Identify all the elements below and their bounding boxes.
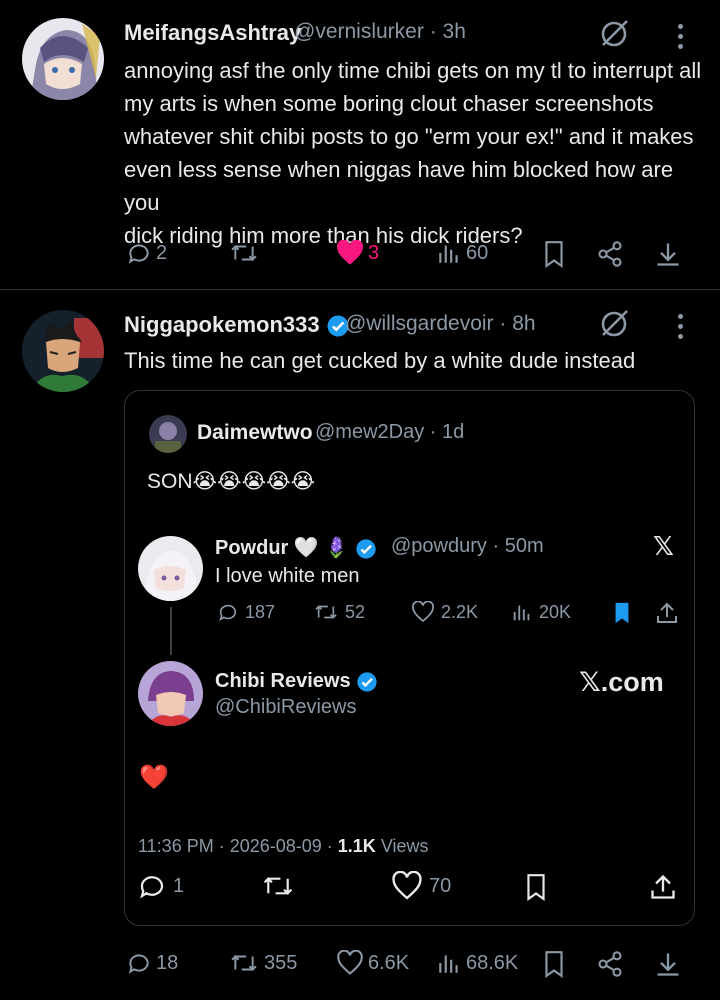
bookmark-button[interactable] bbox=[541, 950, 567, 978]
heart-icon bbox=[337, 950, 363, 975]
views-icon bbox=[439, 955, 458, 973]
reply-icon bbox=[140, 876, 164, 899]
author-handle[interactable]: @vernislurker · 3h bbox=[294, 20, 466, 44]
powdur-handle: @powdury · 50m bbox=[391, 535, 544, 557]
views-button[interactable]: 68.6K bbox=[436, 950, 518, 976]
grok-icon[interactable] bbox=[598, 308, 630, 345]
bookmark-icon bbox=[545, 951, 563, 978]
bookmark-icon bbox=[615, 602, 629, 624]
author-name-text: Niggapokemon333 bbox=[124, 312, 320, 337]
powdur-avatar bbox=[138, 536, 203, 601]
author-name[interactable]: Niggapokemon333 bbox=[124, 312, 350, 338]
retweet-count: 355 bbox=[264, 951, 298, 974]
like-count: 3 bbox=[368, 241, 380, 264]
views-count: 60 bbox=[466, 241, 489, 264]
bookmark-icon bbox=[545, 241, 563, 268]
reply-count: 18 bbox=[156, 951, 179, 974]
reply-button[interactable]: 18 bbox=[126, 950, 178, 976]
handle-text: @willsgardevoir bbox=[345, 312, 494, 335]
post-time[interactable]: 3h bbox=[443, 20, 466, 43]
reply-icon bbox=[219, 604, 237, 622]
post-time[interactable]: 8h bbox=[512, 312, 535, 335]
chibi-text: ❤️ bbox=[139, 764, 169, 791]
reply-icon bbox=[128, 244, 149, 264]
share-icon bbox=[598, 951, 622, 977]
embed-like-stat: 2.2K bbox=[411, 601, 478, 623]
embed-main-retweet-stat bbox=[261, 871, 301, 901]
quote-text: SON😭😭😭😭😭 bbox=[147, 470, 316, 493]
reply-icon bbox=[128, 954, 149, 974]
like-button[interactable]: 6.6K bbox=[336, 950, 409, 976]
share-icon bbox=[657, 602, 677, 623]
quoted-tweet[interactable]: Daimewtwo @mew2Day · 1d SON😭😭😭😭😭 Powdur … bbox=[124, 390, 695, 926]
tweet-text-line: even less sense when niggas have him blo… bbox=[124, 157, 674, 215]
more-icon[interactable] bbox=[676, 24, 684, 54]
retweet-button[interactable] bbox=[228, 240, 264, 266]
heart-icon bbox=[337, 240, 363, 265]
views-button[interactable]: 60 bbox=[436, 240, 488, 266]
verified-icon bbox=[357, 672, 377, 692]
bookmark-icon bbox=[527, 874, 545, 901]
x-com-brand: 𝕏.com bbox=[579, 667, 664, 697]
embed-reply-stat: 187 bbox=[217, 601, 275, 623]
tweet-niggapokemon333[interactable]: Niggapokemon333 @willsgardevoir · 8h Thi… bbox=[0, 290, 720, 1000]
more-icon[interactable] bbox=[676, 314, 684, 344]
chibi-avatar bbox=[138, 661, 203, 726]
chibi-timestamp: 11:36 PM · 2026-08-09 · 1.1K Views bbox=[138, 836, 429, 856]
x-logo-icon: 𝕏 bbox=[653, 531, 674, 561]
share-icon bbox=[598, 241, 622, 267]
embed-views-stat: 20K bbox=[511, 601, 571, 623]
download-icon bbox=[657, 243, 679, 266]
embed-main-reply-stat: 1 bbox=[137, 871, 184, 901]
tweet-text-line: my arts is when some boring clout chaser… bbox=[124, 91, 654, 116]
avatar[interactable] bbox=[22, 18, 104, 100]
tweet-meifangsashtray[interactable]: MeifangsAshtray @vernislurker · 3h annoy… bbox=[0, 0, 720, 290]
thread-line bbox=[170, 607, 172, 655]
heart-icon bbox=[412, 601, 434, 623]
like-button[interactable]: 3 bbox=[336, 240, 379, 266]
quote-avatar[interactable] bbox=[149, 415, 187, 453]
grok-icon[interactable] bbox=[598, 18, 630, 55]
views-count: 68.6K bbox=[466, 951, 519, 974]
retweet-icon bbox=[263, 877, 293, 895]
avatar[interactable] bbox=[22, 310, 104, 392]
download-button[interactable] bbox=[654, 240, 682, 268]
reply-button[interactable]: 2 bbox=[126, 240, 167, 266]
bookmark-button[interactable] bbox=[541, 240, 567, 268]
tweet-text: This time he can get cucked by a white d… bbox=[124, 348, 636, 373]
download-button[interactable] bbox=[654, 950, 682, 978]
chibi-name: Chibi Reviews bbox=[215, 670, 378, 693]
retweet-icon bbox=[315, 605, 337, 619]
quote-author-name[interactable]: Daimewtwo bbox=[197, 421, 313, 445]
views-icon bbox=[513, 605, 530, 621]
tweet-text-line: whatever shit chibi posts to go "erm you… bbox=[124, 124, 694, 149]
powdur-text: I love white men bbox=[215, 565, 360, 587]
share-button[interactable] bbox=[596, 950, 624, 978]
author-handle[interactable]: @willsgardevoir · 8h bbox=[345, 312, 536, 336]
views-icon bbox=[439, 245, 458, 263]
share-icon bbox=[651, 874, 675, 899]
embed-retweet-stat: 52 bbox=[313, 601, 365, 623]
chibi-handle: @ChibiReviews bbox=[215, 696, 357, 718]
reply-count: 2 bbox=[156, 241, 168, 264]
download-icon bbox=[657, 953, 679, 976]
tweet-text-line: annoying asf the only time chibi gets on… bbox=[124, 58, 702, 83]
verified-icon bbox=[356, 539, 376, 559]
retweet-icon bbox=[231, 245, 257, 261]
handle-text: @vernislurker bbox=[294, 20, 424, 43]
embed-main-like-stat: 70 bbox=[391, 871, 451, 901]
author-name[interactable]: MeifangsAshtray bbox=[124, 20, 301, 46]
powdur-name: Powdur 🤍 🪻 bbox=[215, 535, 377, 560]
retweet-button[interactable]: 355 bbox=[228, 950, 297, 976]
retweet-icon bbox=[231, 955, 257, 971]
quote-author-handle[interactable]: @mew2Day · 1d bbox=[315, 421, 464, 444]
heart-icon bbox=[392, 871, 422, 900]
tweet-text: annoying asf the only time chibi gets on… bbox=[124, 54, 704, 252]
share-button[interactable] bbox=[596, 240, 624, 268]
like-count: 6.6K bbox=[368, 951, 410, 974]
